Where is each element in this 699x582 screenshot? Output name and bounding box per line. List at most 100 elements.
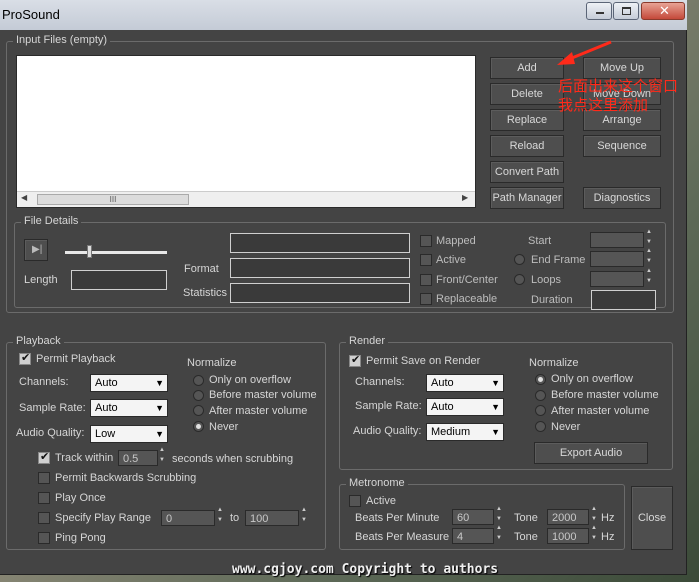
position-slider[interactable] xyxy=(65,245,167,258)
pb-sample-rate-value: Auto xyxy=(95,402,118,414)
input-files-list[interactable]: ◀ III ▶ xyxy=(16,55,476,208)
sequence-button[interactable]: Sequence xyxy=(583,135,661,157)
bpmeasure-label: Beats Per Measure xyxy=(355,531,450,543)
scroll-thumb[interactable]: III xyxy=(37,194,189,205)
bpm-field[interactable]: 60 xyxy=(452,509,494,525)
scroll-left-icon[interactable]: ◀ xyxy=(21,193,27,202)
pb-sample-rate-select[interactable]: Auto ▼ xyxy=(90,399,168,417)
bpmeasure-field[interactable]: 4 xyxy=(452,528,494,544)
metronome-active-checkbox[interactable] xyxy=(349,495,361,507)
bpm-spinner[interactable] xyxy=(495,506,505,526)
ping-pong-label: Ping Pong xyxy=(55,532,106,544)
permit-backwards-checkbox[interactable] xyxy=(38,472,50,484)
close-window-button[interactable]: ✕ xyxy=(641,2,685,20)
delete-button[interactable]: Delete xyxy=(490,83,564,105)
specify-range-label: Specify Play Range xyxy=(55,512,151,524)
track-within-field[interactable]: 0.5 xyxy=(118,450,158,466)
add-button[interactable]: Add xyxy=(490,57,564,79)
permit-playback-label: Permit Playback xyxy=(36,353,116,365)
r-channels-value: Auto xyxy=(431,377,454,389)
r-audio-quality-select[interactable]: Medium ▼ xyxy=(426,423,504,441)
pb-norm-after-radio[interactable] xyxy=(193,405,204,416)
track-within-label: Track within xyxy=(55,452,114,464)
minimize-button[interactable] xyxy=(586,2,612,20)
pb-norm-before-radio[interactable] xyxy=(193,390,204,401)
track-within-checkbox[interactable] xyxy=(38,450,50,464)
mapped-checkbox[interactable] xyxy=(420,235,432,247)
scroll-thumb-grip: III xyxy=(109,195,117,204)
pb-audio-quality-value: Low xyxy=(95,428,116,440)
permit-backwards-label: Permit Backwards Scrubbing xyxy=(55,472,197,484)
play-once-checkbox[interactable] xyxy=(38,492,50,504)
specify-range-checkbox[interactable] xyxy=(38,512,50,524)
tone2-spinner[interactable] xyxy=(590,525,600,545)
duration-field xyxy=(591,290,656,310)
pb-norm-never-radio[interactable] xyxy=(193,421,204,432)
range-to-field[interactable]: 100 xyxy=(245,510,299,526)
close-button[interactable]: Close xyxy=(631,486,673,550)
permit-save-checkbox[interactable] xyxy=(349,353,361,367)
range-from-field[interactable]: 0 xyxy=(161,510,215,526)
loops-field[interactable] xyxy=(590,271,644,287)
horizontal-scrollbar[interactable]: ◀ III ▶ xyxy=(17,191,475,207)
annotation-text: 后面出来这个窗口 我点这里添加 xyxy=(558,77,678,115)
end-frame-spinner[interactable] xyxy=(645,248,655,268)
start-label: Start xyxy=(528,235,552,247)
bpm-value: 60 xyxy=(457,512,470,524)
tone2-value: 1000 xyxy=(552,531,577,543)
loops-radio[interactable] xyxy=(514,274,525,285)
scroll-right-icon[interactable]: ▶ xyxy=(462,193,468,202)
pb-norm-never-label: Never xyxy=(209,421,239,433)
r-channels-select[interactable]: Auto ▼ xyxy=(426,374,504,392)
mapped-label: Mapped xyxy=(436,235,476,247)
range-to-value: 100 xyxy=(250,513,269,525)
chevron-down-icon: ▼ xyxy=(155,429,164,439)
tone1-label: Tone xyxy=(514,512,538,524)
chevron-down-icon: ▼ xyxy=(155,403,164,413)
r-norm-after-label: After master volume xyxy=(551,405,650,417)
tone1-spinner[interactable] xyxy=(590,506,600,526)
convert-path-button[interactable]: Convert Path xyxy=(490,161,564,183)
replaceable-checkbox[interactable] xyxy=(420,293,432,305)
slider-thumb[interactable] xyxy=(87,245,92,258)
r-audio-quality-label: Audio Quality: xyxy=(353,425,422,437)
track-within-spinner[interactable] xyxy=(158,447,168,467)
pb-audio-quality-select[interactable]: Low ▼ xyxy=(90,425,168,443)
statistics-field xyxy=(230,283,410,303)
end-frame-radio[interactable] xyxy=(514,254,525,265)
maximize-button[interactable] xyxy=(613,2,639,20)
r-norm-before-radio[interactable] xyxy=(535,390,546,401)
play-icon: ▶| xyxy=(32,244,43,255)
range-from-spinner[interactable] xyxy=(216,507,226,527)
tone1-field[interactable]: 2000 xyxy=(547,509,589,525)
replace-button[interactable]: Replace xyxy=(490,109,564,131)
start-field[interactable] xyxy=(590,232,644,248)
diagnostics-button[interactable]: Diagnostics xyxy=(583,187,661,209)
start-spinner[interactable] xyxy=(645,229,655,249)
bpmeasure-spinner[interactable] xyxy=(495,525,505,545)
end-frame-field[interactable] xyxy=(590,251,644,267)
ping-pong-checkbox[interactable] xyxy=(38,532,50,544)
r-norm-after-radio[interactable] xyxy=(535,405,546,416)
permit-playback-checkbox[interactable] xyxy=(19,351,31,365)
pb-norm-overflow-label: Only on overflow xyxy=(209,374,291,386)
active-checkbox[interactable] xyxy=(420,254,432,266)
annotation-arrow xyxy=(557,40,612,65)
export-audio-button[interactable]: Export Audio xyxy=(534,442,648,464)
reload-button[interactable]: Reload xyxy=(490,135,564,157)
range-to-spinner[interactable] xyxy=(300,507,310,527)
front-center-checkbox[interactable] xyxy=(420,274,432,286)
pb-channels-value: Auto xyxy=(95,377,118,389)
play-file-button[interactable]: ▶| xyxy=(24,239,48,261)
minimize-icon xyxy=(596,12,604,14)
path-manager-button[interactable]: Path Manager xyxy=(490,187,564,209)
r-sample-rate-value: Auto xyxy=(431,401,454,413)
slider-track xyxy=(65,251,167,254)
r-norm-never-radio[interactable] xyxy=(535,421,546,432)
loops-spinner[interactable] xyxy=(645,268,655,288)
pb-channels-select[interactable]: Auto ▼ xyxy=(90,374,168,392)
r-sample-rate-select[interactable]: Auto ▼ xyxy=(426,398,504,416)
pb-norm-overflow-radio[interactable] xyxy=(193,375,204,386)
tone2-field[interactable]: 1000 xyxy=(547,528,589,544)
r-norm-overflow-radio[interactable] xyxy=(535,374,546,385)
